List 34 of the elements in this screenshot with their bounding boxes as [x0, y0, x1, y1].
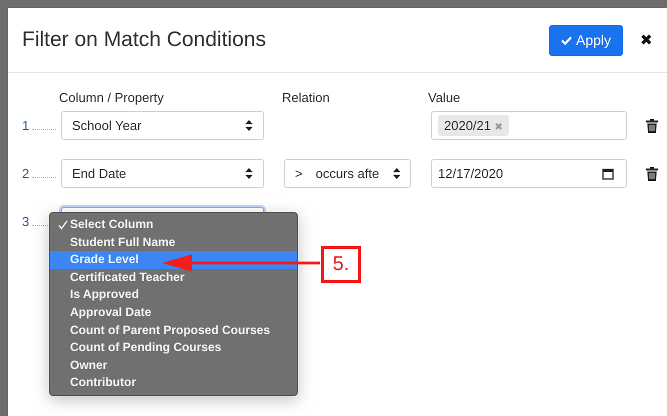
updown-icon	[245, 168, 253, 179]
updown-icon	[392, 168, 400, 179]
menu-item[interactable]: Contributor	[50, 374, 297, 392]
row-number: 2	[22, 166, 30, 181]
column-header: Relation	[282, 90, 331, 107]
remove-tag-button[interactable]: ✖	[494, 122, 503, 133]
value-tag: 2020/21 ✖	[438, 115, 509, 136]
updown-icon	[245, 120, 253, 131]
apply-button[interactable]: Apply	[549, 24, 623, 56]
dialog-title: Filter on Match Conditions	[22, 28, 267, 52]
column-header: Column / Property	[59, 90, 165, 107]
menu-item[interactable]: Count of Pending Courses	[50, 339, 297, 357]
relation-select[interactable]: > occurs afte	[284, 159, 411, 188]
row-number: 3	[22, 214, 30, 229]
check-icon	[560, 36, 572, 44]
column-select[interactable]: School Year	[61, 111, 264, 140]
column-header: Value	[428, 90, 460, 107]
check-icon	[58, 220, 68, 230]
menu-item[interactable]: Owner	[50, 356, 297, 374]
row-number: 1	[22, 118, 30, 133]
menu-item[interactable]: Count of Parent Proposed Courses	[50, 322, 297, 340]
menu-item[interactable]: Student Full Name	[50, 234, 297, 252]
calendar-icon	[602, 168, 614, 180]
close-button[interactable]: ✖	[634, 30, 659, 50]
menu-item[interactable]: Is Approved	[50, 286, 297, 304]
menu-item[interactable]: Certificated Teacher	[50, 268, 297, 286]
value-field[interactable]: 2020/21 ✖	[431, 111, 627, 140]
menu-item[interactable]: Approval Date	[50, 304, 297, 322]
trash-icon[interactable]	[646, 166, 658, 180]
menu-item[interactable]: Select Column	[50, 216, 297, 234]
callout-label: 5.	[321, 246, 361, 283]
trash-icon[interactable]	[646, 118, 658, 132]
date-field[interactable]: 12/17/2020	[431, 159, 627, 188]
column-select[interactable]: End Date	[61, 159, 264, 188]
